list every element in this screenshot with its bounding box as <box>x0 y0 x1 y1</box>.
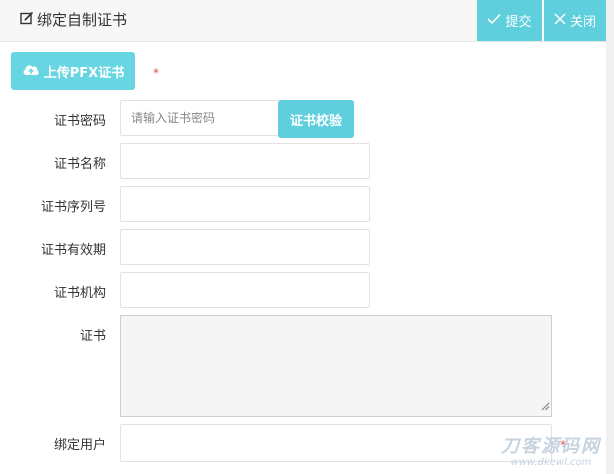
serial-input[interactable] <box>120 186 370 222</box>
user-label: 绑定用户 <box>53 438 106 453</box>
edit-icon <box>20 11 34 29</box>
close-button[interactable]: 关闭 <box>544 0 606 41</box>
close-label: 关闭 <box>569 15 596 30</box>
dialog-header: 绑定自制证书 提交 关闭 <box>0 0 614 42</box>
scroll-edge <box>606 0 614 474</box>
password-label: 证书密码 <box>53 114 106 129</box>
watermark-sub: www.dkewl.com <box>510 457 592 468</box>
cloud-upload-icon <box>22 62 40 80</box>
org-input[interactable] <box>120 272 370 308</box>
cert-label: 证书 <box>79 329 106 344</box>
password-input[interactable]: 请输入证书密码 <box>120 100 280 136</box>
name-label: 证书名称 <box>53 157 106 172</box>
upload-required-mark: * <box>153 66 159 80</box>
watermark-main: 刀客源码网 <box>501 436 601 457</box>
name-input[interactable] <box>120 143 370 179</box>
upload-pfx-button[interactable]: 上传PFX证书 <box>11 52 135 90</box>
serial-label: 证书序列号 <box>40 200 106 215</box>
validity-label: 证书有效期 <box>40 243 106 258</box>
check-icon <box>487 13 502 29</box>
cert-textarea[interactable] <box>120 315 552 417</box>
watermark: 刀客源码网 www.dkewl.com <box>492 437 610 469</box>
dialog-title-wrap: 绑定自制证书 <box>20 11 127 29</box>
submit-label: 提交 <box>505 15 532 30</box>
resize-grip-icon[interactable] <box>541 400 550 415</box>
validity-input[interactable] <box>120 229 370 265</box>
close-icon <box>554 12 566 29</box>
dialog-title: 绑定自制证书 <box>37 11 128 29</box>
verify-button[interactable]: 证书校验 <box>278 100 354 138</box>
submit-button[interactable]: 提交 <box>477 0 542 41</box>
user-input[interactable] <box>120 424 552 462</box>
upload-label: 上传PFX证书 <box>43 65 125 81</box>
org-label: 证书机构 <box>53 286 106 301</box>
